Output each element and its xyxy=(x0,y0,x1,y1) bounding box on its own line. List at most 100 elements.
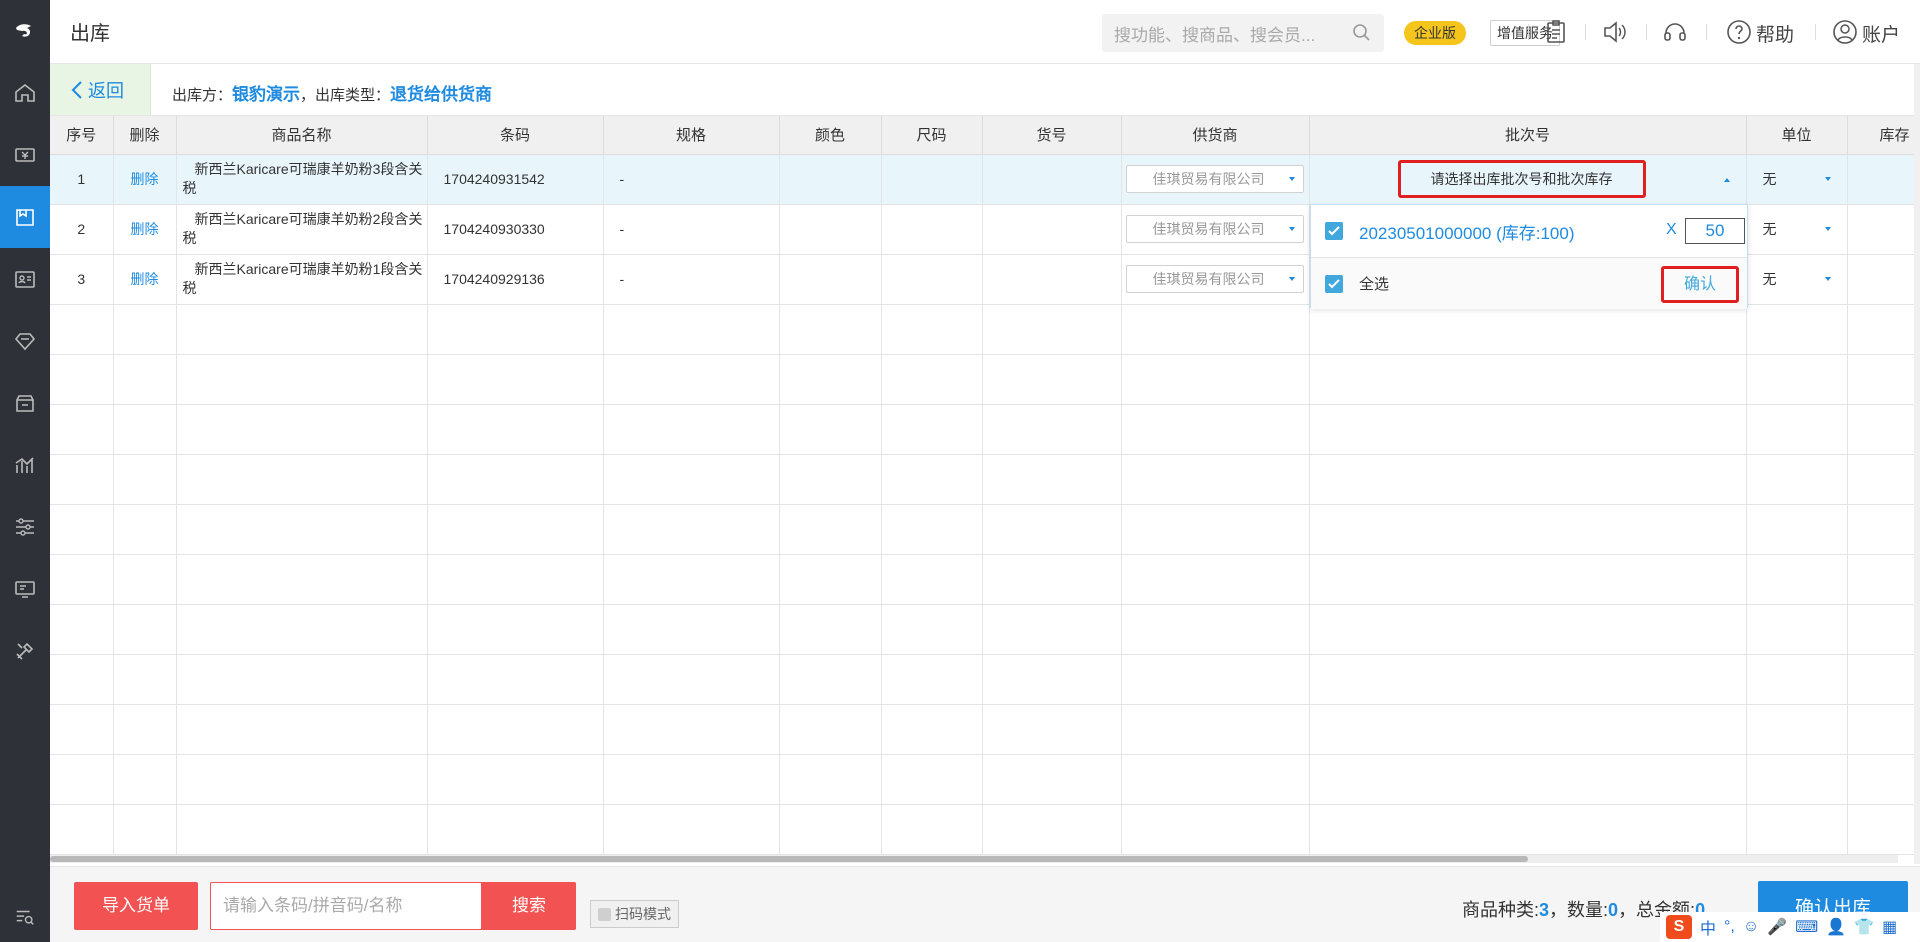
checkbox-checked-icon[interactable] xyxy=(1325,274,1343,293)
user-icon[interactable]: 👤 xyxy=(1826,917,1846,937)
barcode: 1704240930330 xyxy=(427,204,604,255)
sogou-logo-icon: S xyxy=(1666,915,1692,939)
table-header-row: 序号 删除 商品名称 条码 规格 颜色 尺码 货号 供货商 批次号 单位 库存 xyxy=(50,116,1920,155)
size-cell xyxy=(881,204,983,255)
ime-mode[interactable]: 中 xyxy=(1700,915,1716,939)
sidebar-item-inventory[interactable] xyxy=(0,186,50,248)
sidebar-item-settings[interactable] xyxy=(0,496,50,558)
batch-select-button[interactable]: 请选择出库批次号和批次库存 xyxy=(1397,160,1646,198)
diamond-icon xyxy=(14,333,36,351)
scan-mode-label: 扫码模式 xyxy=(615,906,671,922)
emoji-icon[interactable]: ☺ xyxy=(1743,918,1759,936)
vertical-scrollbar[interactable] xyxy=(1914,64,1920,864)
row-index: 3 xyxy=(50,254,114,305)
device-icon xyxy=(15,581,35,598)
batch-confirm-button[interactable]: 确认 xyxy=(1661,266,1739,303)
clipboard-icon[interactable] xyxy=(1544,19,1568,50)
grid-icon[interactable]: ▦ xyxy=(1882,917,1897,937)
divider xyxy=(1585,24,1586,40)
delete-link[interactable]: 删除 xyxy=(113,154,177,205)
help-link[interactable]: 帮助 xyxy=(1756,20,1794,47)
search-list-icon xyxy=(16,910,34,925)
help-icon[interactable] xyxy=(1726,19,1752,50)
microphone-icon[interactable]: 🎤 xyxy=(1767,917,1787,937)
scan-mode-toggle[interactable]: 扫码模式 xyxy=(590,900,679,928)
supplier-cell: 佳琪贸易有限公司 xyxy=(1121,254,1310,305)
search-button[interactable]: 搜索 xyxy=(482,882,576,930)
global-search-input[interactable]: 搜功能、搜商品、搜会员... xyxy=(1102,14,1384,52)
product-search-input[interactable]: 请输入条码/拼音码/名称 xyxy=(210,882,482,930)
headset-icon[interactable] xyxy=(1662,19,1688,50)
batch-option[interactable]: 20230501000000 (库存:100) X 50 xyxy=(1311,205,1747,257)
supplier-select[interactable]: 佳琪贸易有限公司 xyxy=(1125,215,1304,243)
user-icon[interactable] xyxy=(1832,19,1858,50)
horizontal-scrollbar[interactable] xyxy=(50,855,1898,863)
outbound-type-value: 退货给供货商 xyxy=(390,85,493,104)
column-header: 单位 xyxy=(1746,116,1848,155)
enterprise-badge[interactable]: 企业版 xyxy=(1404,21,1466,45)
stock-cell: 50 xyxy=(1847,254,1920,305)
column-header: 颜色 xyxy=(779,116,882,155)
divider xyxy=(1706,24,1707,40)
outbound-party-label: 出库方： xyxy=(172,87,233,104)
unit-cell[interactable]: 无 xyxy=(1746,254,1848,305)
column-header: 批次号 xyxy=(1309,116,1747,155)
speaker-icon[interactable] xyxy=(1602,19,1628,50)
shirt-icon[interactable]: 👕 xyxy=(1854,917,1874,937)
sidebar xyxy=(0,0,50,942)
kinds-value: 3 xyxy=(1539,900,1550,920)
spec: - xyxy=(603,254,780,305)
supplier-select[interactable]: 佳琪贸易有限公司 xyxy=(1125,265,1304,293)
caret-down-icon xyxy=(1288,227,1295,231)
table-row[interactable]: 1 删除 新西兰Karicare可瑞康羊奶粉3段含关税 170424093154… xyxy=(50,154,1920,205)
sidebar-item-shop[interactable] xyxy=(0,372,50,434)
account-link[interactable]: 账户 xyxy=(1862,20,1900,47)
delete-link[interactable]: 删除 xyxy=(113,254,177,305)
barcode: 1704240929136 xyxy=(427,254,604,305)
footer-bar: 导入货单 请输入条码/拼音码/名称 搜索 扫码模式 商品种类:3，数量:0，总金… xyxy=(50,866,1920,942)
empty-row xyxy=(50,304,1920,355)
batch-cell: 请选择出库批次号和批次库存 xyxy=(1309,154,1747,205)
supplier-select[interactable]: 佳琪贸易有限公司 xyxy=(1125,165,1304,193)
sidebar-item-members[interactable] xyxy=(0,248,50,310)
sidebar-item-search-menu[interactable] xyxy=(0,906,50,928)
member-card-icon xyxy=(15,271,35,288)
import-order-button[interactable]: 导入货单 xyxy=(74,882,198,930)
delete-link[interactable]: 删除 xyxy=(113,204,177,255)
quantity-value: 0 xyxy=(1608,900,1619,920)
size-cell xyxy=(881,254,983,305)
sidebar-item-home[interactable] xyxy=(0,62,50,124)
back-button[interactable]: 返回 xyxy=(50,64,151,115)
caret-up-icon xyxy=(1723,177,1730,182)
column-header: 库存 xyxy=(1847,116,1920,155)
logo-icon xyxy=(0,0,50,62)
select-all-label[interactable]: 全选 xyxy=(1359,273,1389,294)
barcode: 1704240931542 xyxy=(427,154,604,205)
sidebar-item-reports[interactable] xyxy=(0,434,50,496)
column-header: 规格 xyxy=(603,116,780,155)
column-header: 条码 xyxy=(427,116,604,155)
unit-cell[interactable]: 无 xyxy=(1746,154,1848,205)
checkbox-checked-icon[interactable] xyxy=(1325,222,1343,240)
scrollbar-thumb[interactable] xyxy=(50,856,1528,862)
supplier-cell: 佳琪贸易有限公司 xyxy=(1121,204,1310,255)
divider xyxy=(1528,24,1529,40)
keyboard-icon[interactable]: ⌨ xyxy=(1795,917,1818,937)
ime-toolbar[interactable]: S 中 °, ☺ 🎤 ⌨ 👤 👕 ▦ xyxy=(1660,912,1920,942)
sidebar-item-cashier[interactable] xyxy=(0,124,50,186)
order-info: 出库方：银豹演示，出库类型：退货给供货商 xyxy=(172,80,492,105)
sidebar-item-devices[interactable] xyxy=(0,558,50,620)
product-name-text: 新西兰Karicare可瑞康羊奶粉1段含关税 xyxy=(182,261,423,296)
punctuation-icon[interactable]: °, xyxy=(1724,918,1735,936)
sidebar-item-marketing[interactable] xyxy=(0,310,50,372)
batch-dropdown: 20230501000000 (库存:100) X 50 全选 确认 xyxy=(1310,204,1748,309)
search-icon xyxy=(1352,23,1372,48)
spec: - xyxy=(603,154,780,205)
checkbox-icon xyxy=(598,908,611,921)
unit-cell[interactable]: 无 xyxy=(1746,204,1848,255)
cash-icon xyxy=(15,148,35,162)
stock-cell: 100 xyxy=(1847,154,1920,205)
batch-option-label: 20230501000000 (库存:100) xyxy=(1359,223,1575,243)
sidebar-item-tools[interactable] xyxy=(0,620,50,682)
batch-quantity-input[interactable]: 50 xyxy=(1685,218,1745,244)
